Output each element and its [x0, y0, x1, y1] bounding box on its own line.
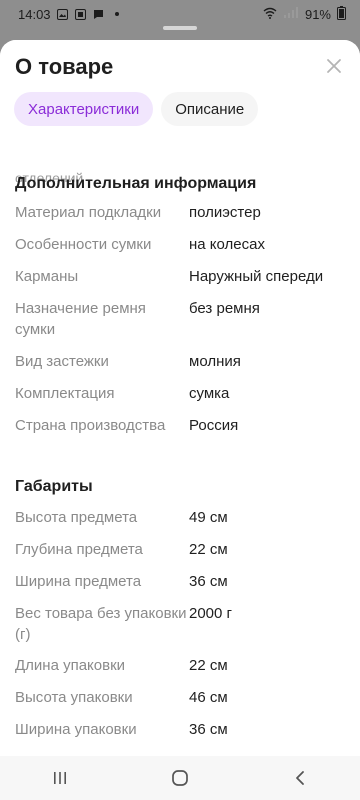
- spec-label: Ширина упаковки: [15, 721, 137, 738]
- spec-row: Высота упаковки 46 см: [15, 687, 350, 708]
- spec-row: Ширина упаковки 36 см: [15, 719, 350, 740]
- spec-label: Глубина предмета: [15, 541, 143, 558]
- signal-icon: [283, 6, 299, 22]
- spec-row: Материал подкладки полиэстер: [15, 202, 350, 223]
- spec-label: Длина упаковки: [15, 657, 126, 674]
- spec-label: Страна производства: [15, 417, 166, 434]
- back-button[interactable]: [280, 758, 320, 798]
- status-left: 14:03: [18, 7, 123, 22]
- app-notification-icon: [75, 8, 87, 20]
- recents-button[interactable]: [40, 758, 80, 798]
- spec-label: Комплектация: [15, 385, 115, 402]
- status-time: 14:03: [18, 6, 51, 22]
- home-icon: [172, 770, 188, 786]
- spec-row: Ширина предмета 36 см: [15, 571, 350, 592]
- sheet-header: О товаре Характеристики Описание: [0, 40, 360, 130]
- spec-label: Высота упаковки: [15, 689, 133, 706]
- spec-row: Высота предмета 49 см: [15, 507, 350, 528]
- sheet-drag-handle[interactable]: [163, 26, 197, 30]
- spec-value: сумка: [189, 385, 230, 402]
- spec-row: Страна производства Россия: [15, 415, 350, 436]
- section-title-additional: Дополнительная информация: [15, 175, 257, 192]
- back-icon: [296, 771, 304, 785]
- spec-value: 36 см: [189, 573, 228, 590]
- spec-value: 22 см: [189, 541, 228, 558]
- spec-value: 2000 г: [189, 605, 233, 622]
- battery-percent: 91%: [304, 6, 331, 22]
- tabs: Характеристики Описание: [14, 92, 259, 126]
- spec-label: Назначение ремня сумки: [15, 300, 146, 338]
- spec-value: 22 см: [189, 657, 228, 674]
- spec-row: Вид застежки молния: [15, 351, 350, 372]
- spec-label: Ширина предмета: [15, 573, 142, 590]
- spec-label: Особенности сумки: [15, 236, 152, 253]
- spec-label: Вид застежки: [15, 353, 109, 370]
- spec-row: Вес товара без упаковки (г) 2000 г: [15, 603, 350, 645]
- spec-row: Глубина предмета 22 см: [15, 539, 350, 560]
- product-info-sheet: О товаре Характеристики Описание отделен…: [0, 40, 360, 756]
- spec-label: Материал подкладки: [15, 204, 162, 221]
- battery-icon: [337, 5, 346, 23]
- close-icon: [327, 59, 341, 73]
- spec-value: на колесах: [189, 236, 265, 253]
- spec-row: Назначение ремня сумки без ремня: [15, 298, 350, 340]
- message-notification-icon: [93, 8, 105, 20]
- tab-characteristics[interactable]: Характеристики: [14, 92, 154, 126]
- section-title-dimensions: Габариты: [15, 478, 93, 495]
- spec-label: Вес товара без упаковки (г): [15, 605, 187, 643]
- spec-value: молния: [189, 353, 241, 370]
- wifi-icon: [263, 7, 277, 22]
- tab-description[interactable]: Описание: [161, 92, 259, 126]
- spec-label: Карманы: [15, 268, 79, 285]
- spec-row: Комплектация сумка: [15, 383, 350, 404]
- spec-label: Высота предмета: [15, 509, 138, 526]
- spec-row: Особенности сумки на колесах: [15, 234, 350, 255]
- spec-value: 36 см: [189, 721, 228, 738]
- recents-icon: [54, 772, 66, 784]
- spec-value: Наружный спереди: [189, 268, 324, 285]
- gallery-notification-icon: [57, 8, 69, 20]
- close-button[interactable]: [322, 54, 346, 78]
- system-navigation-bar: [0, 756, 360, 800]
- sheet-title: О товаре: [15, 54, 114, 79]
- status-right: 91%: [263, 5, 346, 23]
- status-bar: 14:03 91%: [0, 0, 360, 28]
- spec-value: полиэстер: [189, 204, 261, 221]
- spec-row: Карманы Наружный спереди: [15, 266, 350, 287]
- home-button[interactable]: [160, 758, 200, 798]
- spec-value: 46 см: [189, 689, 228, 706]
- spec-value: Россия: [189, 417, 239, 434]
- more-notifications-dot-icon: [111, 8, 123, 20]
- spec-value: без ремня: [189, 300, 260, 317]
- spec-row: Длина упаковки 22 см: [15, 655, 350, 676]
- spec-value: 49 см: [189, 509, 228, 526]
